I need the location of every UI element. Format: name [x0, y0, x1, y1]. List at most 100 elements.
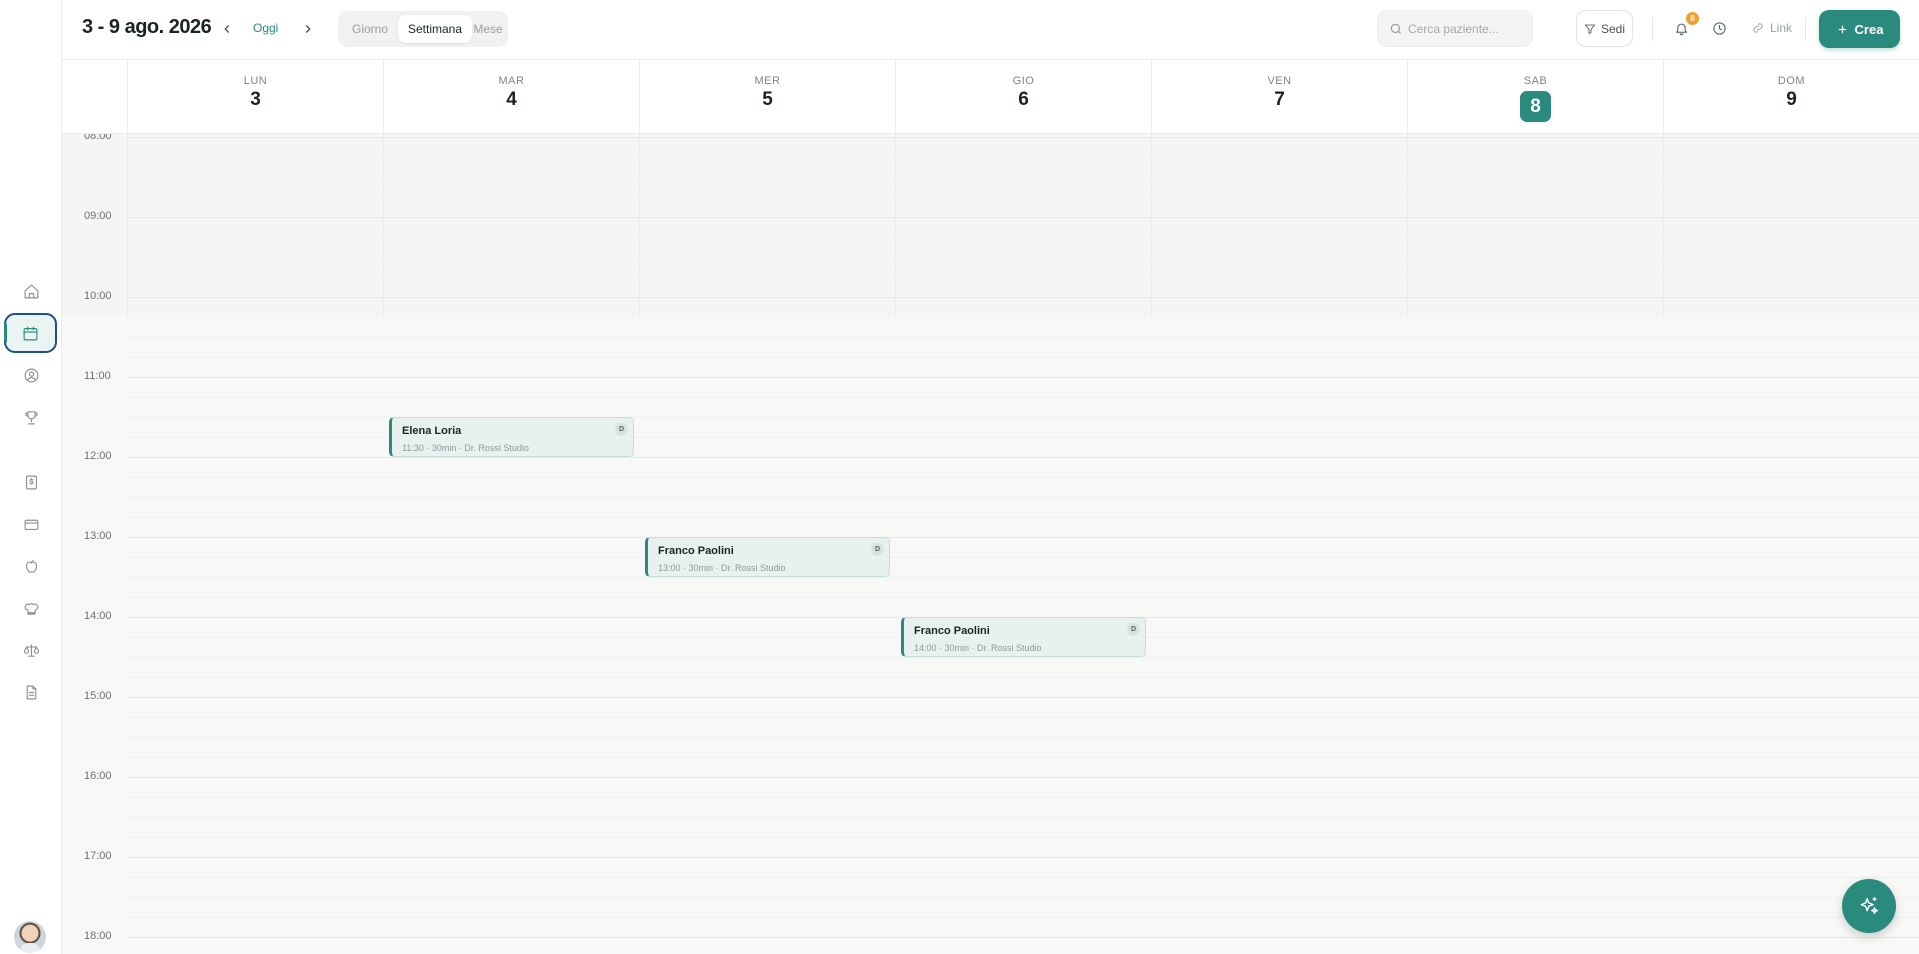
quarter-grid-line — [127, 557, 1919, 558]
day-header-fri[interactable]: VEN 7 — [1151, 60, 1407, 134]
previous-week-button[interactable] — [216, 18, 238, 40]
quarter-grid-line — [127, 817, 1919, 818]
locations-filter-label: Sedi — [1600, 21, 1626, 36]
day-header-sun[interactable]: DOM 9 — [1663, 60, 1919, 134]
sidebar-item-calendar[interactable] — [4, 313, 57, 353]
view-week-button[interactable]: Settimana — [398, 15, 472, 43]
day-number: 3 — [250, 89, 261, 110]
quarter-grid-line — [127, 677, 1919, 678]
notification-count-badge: 8 — [1686, 12, 1699, 25]
appointment-card[interactable]: Franco Paolini 13:00 · 30min · Dr. Rossi… — [645, 537, 890, 577]
quarter-grid-line — [127, 517, 1919, 518]
hour-grid-line — [127, 777, 1919, 778]
quarter-grid-line — [127, 317, 1919, 318]
view-day-button[interactable]: Giorno — [342, 15, 398, 43]
quarter-grid-line — [127, 157, 1919, 158]
sidebar-item-invoices[interactable] — [10, 463, 52, 501]
quarter-grid-line — [127, 237, 1919, 238]
day-name: VEN — [1267, 75, 1292, 87]
chevron-left-icon — [224, 25, 230, 33]
sparkles-icon — [1860, 897, 1878, 915]
quarter-grid-line — [127, 577, 1919, 578]
link-icon — [1753, 23, 1763, 33]
quarter-grid-line — [127, 897, 1919, 898]
view-month-button[interactable]: Mese — [472, 15, 504, 43]
time-label: 11:00 — [84, 370, 111, 382]
day-header-mon[interactable]: LUN 3 — [127, 60, 383, 134]
appointment-card[interactable]: Franco Paolini 14:00 · 30min · Dr. Rossi… — [901, 617, 1146, 657]
appointment-details: 11:30 · 30min · Dr. Rossi Studio — [402, 443, 529, 453]
day-header-thu[interactable]: GIO 6 — [895, 60, 1151, 134]
sidebar-item-nutrition[interactable] — [10, 547, 52, 585]
sidebar-item-home[interactable] — [10, 272, 52, 310]
hour-grid-line — [127, 457, 1919, 458]
sidebar-item-patients[interactable] — [10, 356, 52, 394]
time-label: 15:00 — [84, 690, 112, 702]
hour-grid-line — [127, 697, 1919, 698]
calendar-icon — [23, 326, 38, 340]
time-label: 08:00 — [84, 134, 112, 142]
create-button[interactable]: Crea — [1819, 10, 1900, 48]
trophy-icon — [24, 410, 38, 424]
appointment-patient-name: Franco Paolini — [914, 625, 990, 637]
appointment-type-tag: D — [871, 543, 884, 556]
day-name: LUN — [243, 75, 268, 87]
locations-filter-button[interactable]: Sedi — [1576, 10, 1633, 47]
patient-search-input[interactable] — [1408, 20, 1526, 38]
link-button[interactable]: Link — [1751, 18, 1792, 38]
today-button[interactable]: Oggi — [253, 21, 278, 35]
chevron-right-icon — [305, 25, 311, 33]
sidebar-item-documents[interactable] — [10, 673, 52, 711]
quarter-grid-line — [127, 797, 1919, 798]
day-number: 4 — [506, 89, 517, 110]
day-column-line — [639, 134, 640, 316]
hour-grid-line — [127, 377, 1919, 378]
link-label: Link — [1770, 21, 1793, 35]
day-column-line — [127, 134, 128, 316]
ai-assistant-button[interactable] — [1842, 879, 1896, 933]
hour-grid-line — [127, 937, 1919, 938]
day-header-sat[interactable]: SAB 8 — [1407, 60, 1663, 134]
time-label: 10:00 — [84, 290, 112, 302]
hour-grid-line — [127, 297, 1919, 298]
quarter-grid-line — [127, 177, 1919, 178]
filter-icon — [1584, 24, 1596, 34]
quarter-grid-line — [127, 357, 1919, 358]
time-label: 09:00 — [84, 210, 112, 222]
quarter-grid-line — [127, 877, 1919, 878]
appointment-type-tag: D — [1127, 623, 1140, 636]
appointment-type-tag: D — [615, 423, 628, 436]
quarter-grid-line — [127, 917, 1919, 918]
sidebar-item-recipes[interactable] — [10, 589, 52, 627]
toolbar-divider — [1652, 17, 1653, 41]
sidebar-item-payments[interactable] — [10, 505, 52, 543]
day-number: 9 — [1786, 89, 1797, 110]
quarter-grid-line — [127, 737, 1919, 738]
quarter-grid-line — [127, 597, 1919, 598]
day-column-line — [1663, 134, 1664, 316]
appointment-card[interactable]: Elena Loria 11:30 · 30min · Dr. Rossi St… — [389, 417, 634, 457]
time-label: 16:00 — [84, 770, 112, 782]
quarter-grid-line — [127, 397, 1919, 398]
next-week-button[interactable] — [297, 18, 319, 40]
day-name: MAR — [498, 75, 525, 87]
sidebar — [0, 0, 62, 954]
day-header-wed[interactable]: MER 5 — [639, 60, 895, 134]
day-column-line — [895, 134, 896, 316]
chef-hat-icon — [24, 602, 38, 615]
sidebar-item-goals[interactable] — [10, 398, 52, 436]
day-number: 5 — [762, 89, 773, 110]
view-switcher: Giorno Settimana Mese — [338, 11, 508, 47]
day-number: 7 — [1274, 89, 1285, 110]
user-avatar[interactable] — [14, 921, 46, 953]
hour-grid-line — [127, 217, 1919, 218]
home-icon — [24, 284, 38, 298]
appointment-details: 13:00 · 30min · Dr. Rossi Studio — [658, 563, 786, 573]
sidebar-item-measurements[interactable] — [10, 631, 52, 669]
week-day-header: LUN 3 MAR 4 MER 5 GIO 6 VEN 7 SAB 8 DOM … — [62, 60, 1919, 134]
day-number: 6 — [1018, 89, 1029, 110]
day-header-tue[interactable]: MAR 4 — [383, 60, 639, 134]
week-grid[interactable]: 08:00 09:00 10:00 11:00 12:00 13:00 14:0… — [62, 134, 1919, 954]
day-name: DOM — [1777, 75, 1806, 87]
history-button[interactable] — [1707, 16, 1731, 40]
